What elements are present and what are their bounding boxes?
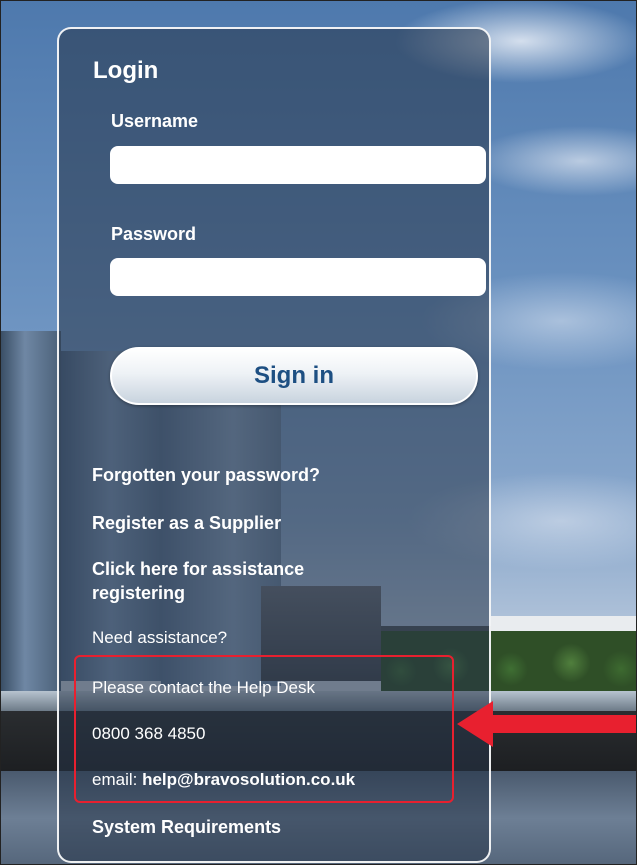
- assistance-registering-link[interactable]: Click here for assistance registering: [92, 557, 392, 605]
- username-input[interactable]: [110, 146, 486, 184]
- forgot-password-link[interactable]: Forgotten your password?: [92, 463, 392, 487]
- register-supplier-link[interactable]: Register as a Supplier: [92, 511, 392, 535]
- password-input[interactable]: [110, 258, 486, 296]
- background-building: [1, 331, 61, 691]
- screenshot-frame: Login Username Password Sign in Forgotte…: [0, 0, 637, 865]
- help-desk-highlight-box: [74, 655, 454, 803]
- sign-in-button[interactable]: Sign in: [110, 347, 478, 405]
- username-label: Username: [111, 111, 199, 131]
- password-label: Password: [111, 224, 197, 244]
- login-title: Login: [93, 57, 159, 84]
- system-requirements-link[interactable]: System Requirements: [92, 815, 392, 839]
- need-assistance-text: Need assistance?: [92, 628, 228, 647]
- left-arrow-icon: [457, 701, 636, 747]
